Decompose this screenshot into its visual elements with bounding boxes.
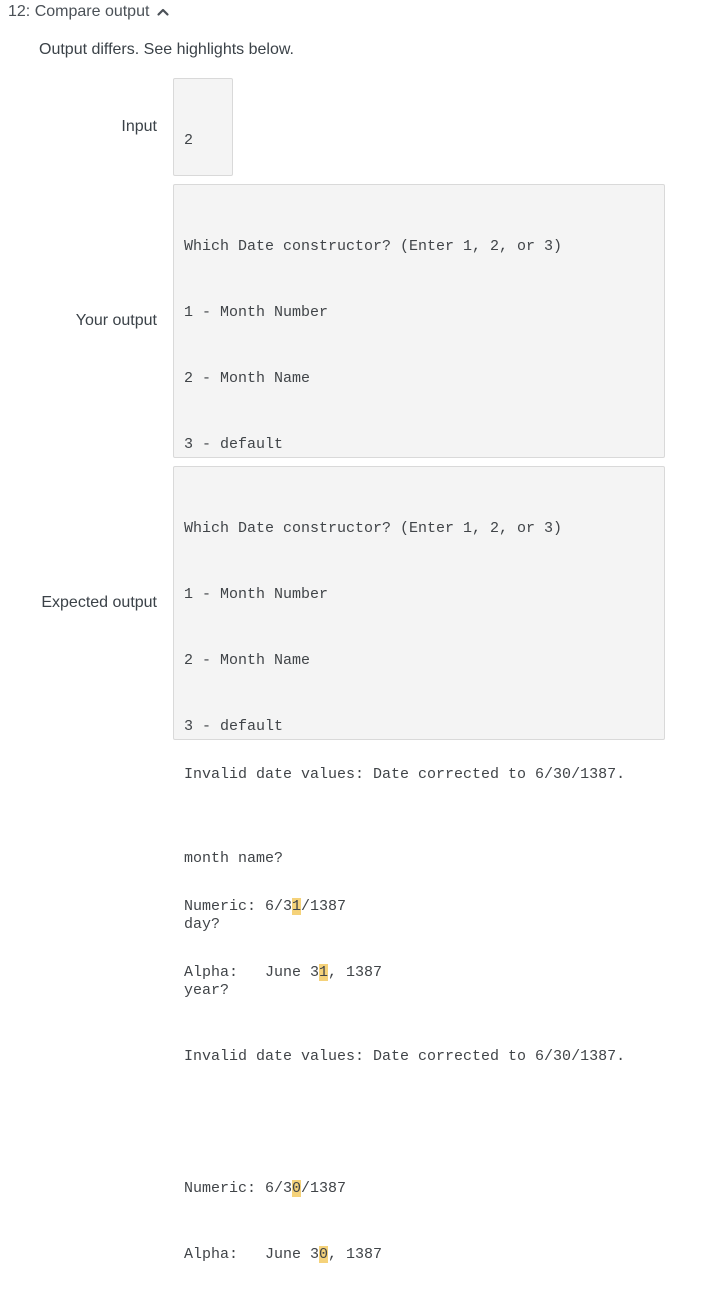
text-segment: , 1387 [328, 1246, 383, 1263]
input-row: Input 2 june 31 1387 [0, 78, 233, 347]
output-line: 1 - Month Number [184, 586, 329, 603]
diff-highlight: 0 [319, 1246, 329, 1263]
your-output-row: Your output Which Date constructor? (Ent… [0, 184, 665, 981]
output-line: day? [184, 916, 221, 933]
text-segment: Numeric: 6/3 [184, 1180, 293, 1197]
text-segment: , 1387 [328, 964, 383, 981]
expected-output-box: Which Date constructor? (Enter 1, 2, or … [173, 466, 665, 1263]
section-title: 12: Compare output [8, 3, 150, 20]
compare-output-toggle[interactable]: 12: Compare output [8, 2, 170, 22]
diff-highlight: 0 [292, 1180, 302, 1197]
expected-output-label: Expected output [41, 594, 157, 611]
output-line: Invalid date values: Date corrected to 6… [184, 1048, 626, 1065]
expected-output-row: Expected output Which Date constructor? … [0, 466, 665, 1263]
output-line: year? [184, 982, 230, 999]
output-line: 1 - Month Number [184, 304, 329, 321]
input-line: 2 [184, 132, 194, 149]
output-line: 2 - Month Name [184, 370, 311, 387]
output-line: month name? [184, 850, 284, 867]
input-label: Input [121, 118, 157, 135]
diff-summary: Output differs. See highlights below. [39, 41, 294, 58]
diff-highlight: 1 [292, 898, 302, 915]
output-line: 3 - default [184, 718, 284, 735]
text-segment: /1387 [301, 1180, 347, 1197]
your-output-label: Your output [75, 312, 157, 329]
text-segment: Alpha: June 3 [184, 1246, 320, 1263]
output-line: 2 - Month Name [184, 652, 311, 669]
alpha-line: Alpha: June 30, 1387 [184, 1244, 654, 1266]
output-line: Which Date constructor? (Enter 1, 2, or … [184, 238, 563, 255]
numeric-line: Numeric: 6/30/1387 [184, 1178, 654, 1200]
text-segment: Numeric: 6/3 [184, 898, 293, 915]
your-output-box: Which Date constructor? (Enter 1, 2, or … [173, 184, 665, 981]
text-segment: /1387 [301, 898, 347, 915]
diff-highlight: 1 [319, 964, 329, 981]
output-line: 3 - default [184, 436, 284, 453]
output-line: Which Date constructor? (Enter 1, 2, or … [184, 520, 563, 537]
chevron-up-icon [156, 5, 170, 19]
input-box: 2 june 31 1387 [173, 78, 233, 347]
text-segment: Alpha: June 3 [184, 964, 320, 981]
